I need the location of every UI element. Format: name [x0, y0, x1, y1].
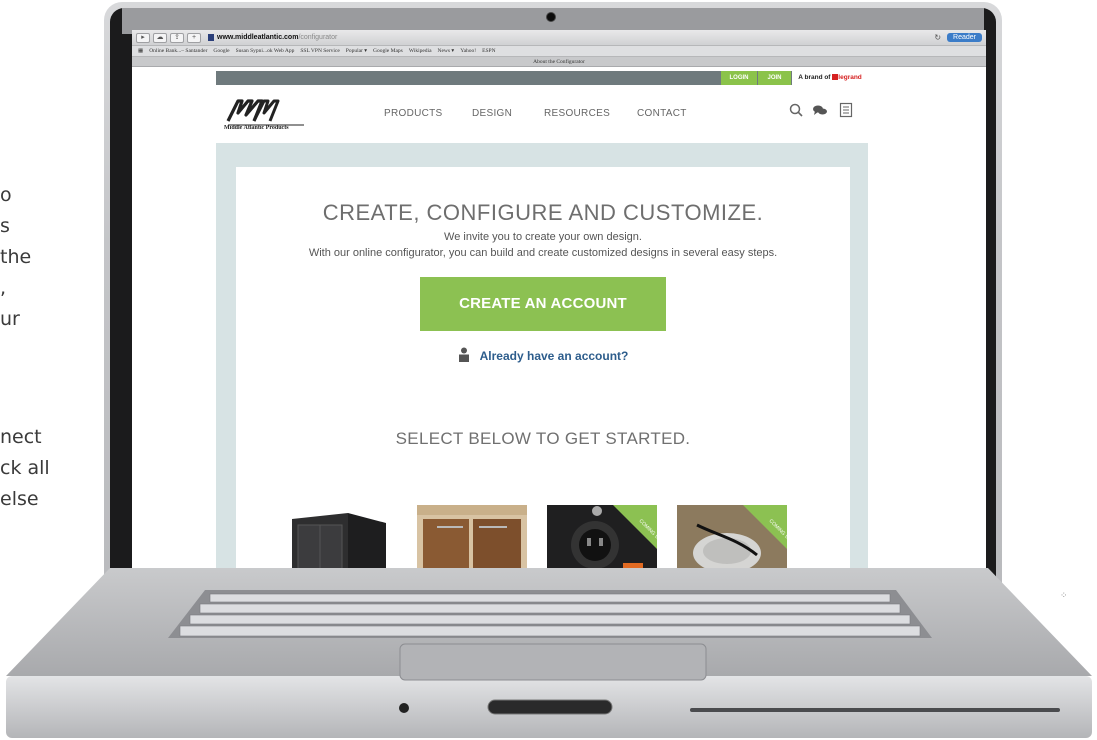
- reader-button[interactable]: Reader: [947, 33, 982, 42]
- list-icon[interactable]: [838, 102, 854, 118]
- site-nav: Middle Atlantic Products PRODUCTS DESIGN…: [216, 85, 868, 143]
- login-button[interactable]: LOGIN: [721, 71, 757, 85]
- screen: ▸ ☁ ⇪ + www.middleatlantic.com/configura…: [132, 30, 986, 570]
- bookmark-item[interactable]: Google Maps: [373, 48, 403, 54]
- search-icon[interactable]: [788, 102, 804, 118]
- brand-name: legrand: [838, 74, 862, 81]
- nav-design[interactable]: DESIGN: [472, 108, 512, 119]
- bookmark-item[interactable]: SSL VPN Service: [300, 48, 339, 54]
- bookmark-item[interactable]: Yahoo!: [460, 48, 476, 54]
- side-text-line: o: [0, 184, 12, 206]
- nav-contact[interactable]: CONTACT: [637, 108, 687, 119]
- side-text-line: nect: [0, 426, 42, 448]
- bookmark-item[interactable]: News ▾: [438, 48, 455, 54]
- bookmark-item[interactable]: Online Bank...– Santander: [149, 48, 207, 54]
- product-power-outlet[interactable]: COMING SOON: [547, 505, 657, 570]
- back-icon[interactable]: ▸: [136, 32, 150, 43]
- create-account-button[interactable]: CREATE AN ACCOUNT: [420, 277, 666, 331]
- side-text-line: the: [0, 246, 32, 268]
- tab-title[interactable]: About the Configurator: [132, 57, 986, 67]
- grid-icon[interactable]: ▦: [138, 48, 143, 54]
- hero-title: CREATE, CONFIGURE AND CUSTOMIZE.: [322, 200, 764, 225]
- side-text-line: s: [0, 215, 10, 237]
- bookmark-item[interactable]: ESPN: [482, 48, 495, 54]
- nav-resources[interactable]: RESOURCES: [544, 108, 610, 119]
- url-path: /configurator: [298, 34, 338, 41]
- brand-badge: A brand of legrand: [792, 71, 868, 85]
- bookmark-item[interactable]: Susan Sypni...ok Web App: [236, 48, 295, 54]
- product-rack-enclosure[interactable]: [286, 505, 396, 570]
- nav-products[interactable]: PRODUCTS: [384, 108, 443, 119]
- stage: o s the , ur nect ck all else ▸ ☁ ⇪ + ww…: [0, 0, 1097, 740]
- bookmarks-bar: ▦ Online Bank...– Santander Google Susan…: [132, 46, 986, 57]
- side-text-line: ur: [0, 308, 20, 330]
- refresh-icon[interactable]: ↻: [934, 33, 941, 42]
- join-button[interactable]: JOIN: [758, 71, 791, 85]
- hero-description: With our online configurator, you can bu…: [308, 247, 778, 259]
- user-icon: [458, 347, 469, 362]
- side-text-line: else: [0, 488, 39, 510]
- share-icon[interactable]: ⇪: [170, 32, 184, 43]
- side-text-line: ,: [0, 277, 7, 299]
- bookmark-item[interactable]: Google: [213, 48, 229, 54]
- bookmark-item[interactable]: Wikipedia: [409, 48, 432, 54]
- hero-card: CREATE, CONFIGURE AND CUSTOMIZE. We invi…: [236, 167, 850, 570]
- add-icon[interactable]: +: [187, 32, 201, 43]
- laptop-base: [6, 568, 1092, 738]
- logo-text: Middle Atlantic Products: [224, 125, 289, 131]
- product-floor-box[interactable]: COMING SOON: [677, 505, 787, 570]
- existing-account-label: Already have an account?: [479, 349, 629, 363]
- camera-icon: [546, 12, 556, 22]
- pad-mark-icon: ⁘: [1060, 591, 1068, 601]
- cloud-icon[interactable]: ☁: [153, 32, 167, 43]
- address-bar[interactable]: www.middleatlantic.com/configurator: [208, 34, 337, 41]
- existing-account-link[interactable]: Already have an account?: [236, 347, 850, 363]
- hero-subtitle: We invite you to create your own design.: [444, 231, 642, 243]
- product-cabinet[interactable]: [417, 505, 527, 570]
- side-text-block-1: o s the , ur: [0, 180, 110, 335]
- side-text-line: ck all: [0, 457, 50, 479]
- brand-prefix: A brand of: [798, 74, 831, 81]
- browser-toolbar: ▸ ☁ ⇪ + www.middleatlantic.com/configura…: [132, 30, 986, 46]
- chat-icon[interactable]: [812, 102, 828, 118]
- page-icon: [208, 34, 214, 41]
- url-domain: www.middleatlantic.com: [217, 34, 299, 41]
- bookmark-item[interactable]: Popular ▾: [346, 48, 367, 54]
- select-title: SELECT BELOW TO GET STARTED.: [395, 429, 691, 448]
- side-text-block-2: nect ck all else: [0, 422, 110, 515]
